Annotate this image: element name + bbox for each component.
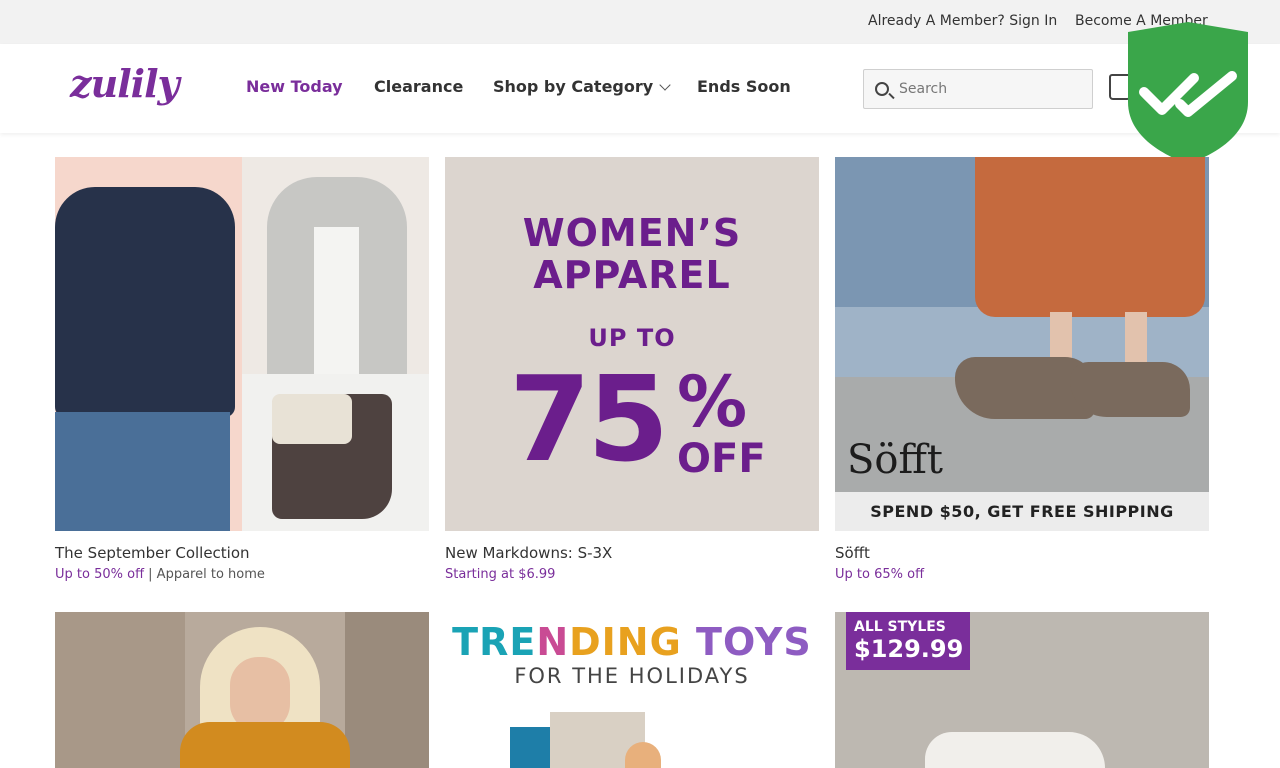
banner-up-to: UP TO (588, 324, 676, 352)
nav-shop-by-category-label: Shop by Category (493, 77, 654, 96)
holidays-subtitle: FOR THE HOLIDAYS (514, 664, 750, 688)
site-header: zulily New Today Clearance Shop by Categ… (0, 44, 1280, 133)
product-image[interactable]: TRENDING TOYS FOR THE HOLIDAYS (445, 612, 819, 768)
product-title[interactable]: New Markdowns: S-3X (445, 544, 819, 562)
nav-new-today[interactable]: New Today (246, 77, 343, 96)
brand-logo: Söfft (847, 437, 943, 483)
search-icon[interactable] (875, 82, 889, 96)
product-discount: Up to 50% off | Apparel to home (55, 567, 429, 582)
product-card[interactable]: Söfft SPEND $50, GET FREE SHIPPING Söfft… (835, 157, 1209, 582)
banner-number: 75 (509, 350, 669, 488)
blouse-photo (55, 157, 242, 531)
cardigan-photo (242, 157, 429, 374)
zulily-logo[interactable]: zulily (70, 61, 180, 106)
product-card[interactable]: ALL STYLES $129.99 (835, 612, 1209, 768)
search-input[interactable] (899, 79, 1084, 99)
sign-in-link[interactable]: Already A Member? Sign In (868, 13, 1057, 29)
headline-part: DING (569, 620, 682, 664)
product-card[interactable]: TRENDING TOYS FOR THE HOLIDAYS (445, 612, 819, 768)
product-image[interactable] (55, 612, 429, 768)
product-image[interactable]: Söfft SPEND $50, GET FREE SHIPPING (835, 157, 1209, 531)
product-discount: Up to 65% off (835, 567, 925, 582)
banner-headline: WOMEN’S APPAREL (445, 212, 819, 296)
boot-photo (242, 374, 429, 531)
headline-part: N (536, 620, 570, 664)
free-shipping-banner: SPEND $50, GET FREE SHIPPING (835, 492, 1209, 531)
headline-part: TOYS (696, 620, 812, 664)
price-badge: ALL STYLES $129.99 (846, 612, 970, 670)
banner-line2: APPAREL (533, 253, 731, 297)
chevron-down-icon (659, 79, 671, 91)
product-discount: Starting at $6.99 (445, 567, 556, 582)
nav-ends-soon[interactable]: Ends Soon (697, 77, 791, 96)
product-card[interactable]: The September Collection Up to 50% off |… (55, 157, 429, 582)
product-title[interactable]: The September Collection (55, 544, 429, 562)
product-card[interactable] (55, 612, 429, 768)
product-card[interactable]: WOMEN’S APPAREL UP TO 75 % OFF New Markdo… (445, 157, 819, 582)
nav-clearance[interactable]: Clearance (374, 77, 463, 96)
product-image[interactable]: ALL STYLES $129.99 (835, 612, 1209, 768)
product-title[interactable]: Söfft (835, 544, 1209, 562)
banner-off: OFF (677, 436, 766, 482)
trending-toys-headline: TRENDING TOYS (445, 620, 819, 664)
discount-text: Up to 50% off (55, 567, 145, 582)
product-image[interactable] (55, 157, 429, 531)
nav-shop-by-category[interactable]: Shop by Category (493, 77, 671, 96)
top-utility-bar: Already A Member? Sign In Become A Membe… (0, 0, 1280, 44)
search-box[interactable] (863, 69, 1093, 109)
verified-shield-icon (1128, 22, 1248, 164)
headline-part: TRE (452, 620, 537, 664)
all-styles-label: ALL STYLES (854, 619, 946, 635)
price-label: $129.99 (854, 635, 964, 663)
product-image[interactable]: WOMEN’S APPAREL UP TO 75 % OFF (445, 157, 819, 531)
banner-percent: % (677, 361, 748, 443)
banner-line1: WOMEN’S (522, 211, 742, 255)
discount-extra: | Apparel to home (144, 567, 265, 582)
